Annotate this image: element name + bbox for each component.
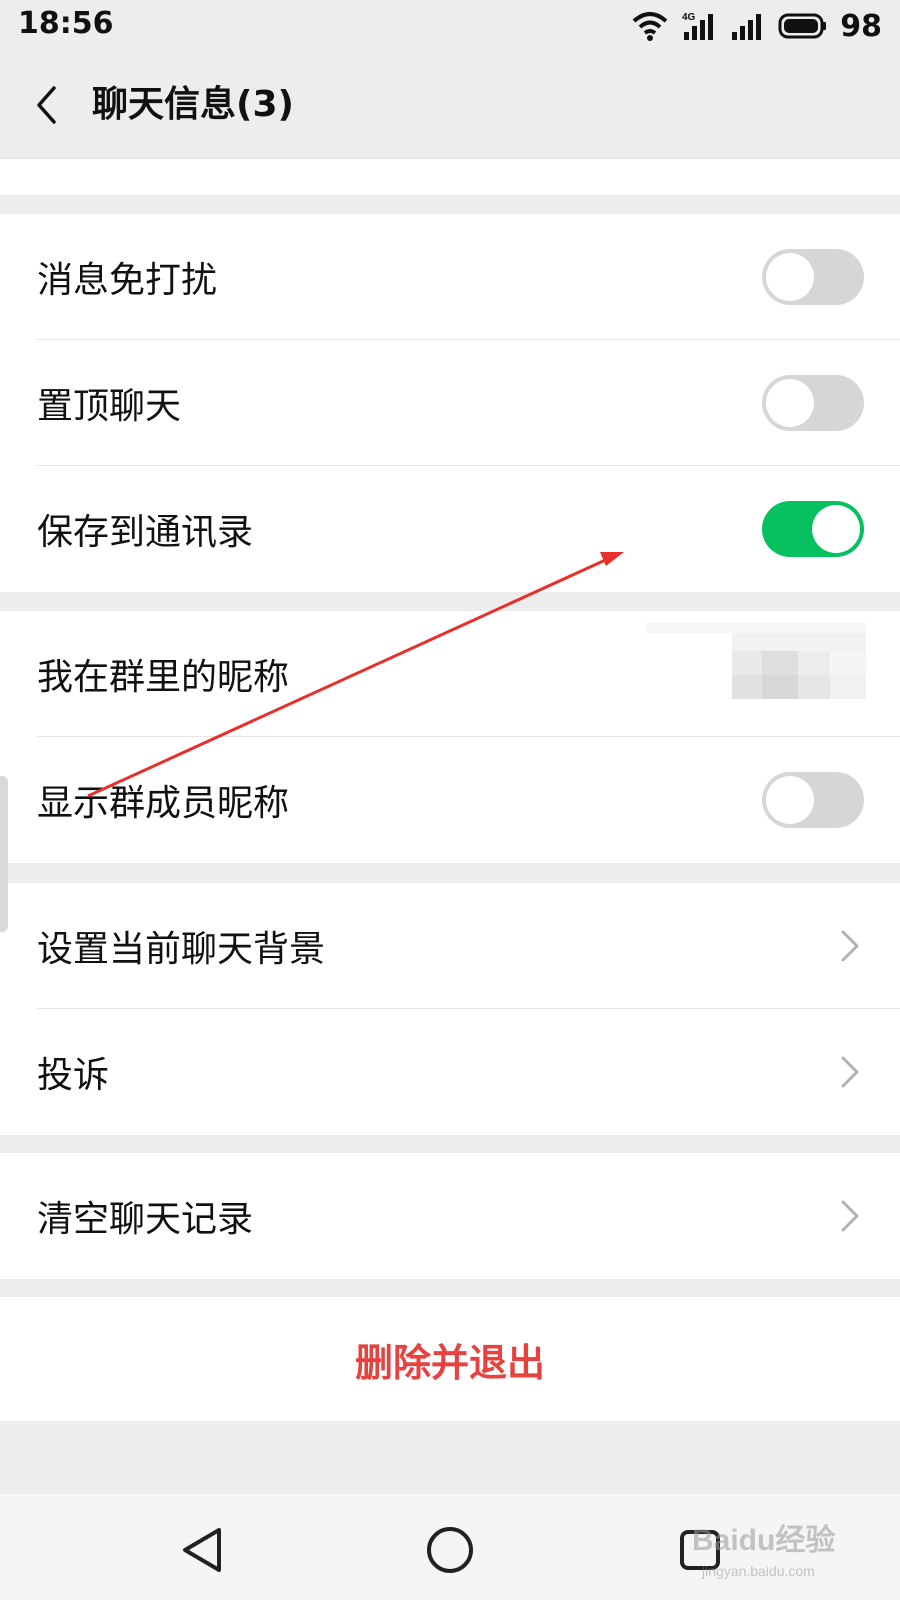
status-time: 18:56 xyxy=(18,6,114,41)
top-bar: 聊天信息(3) xyxy=(0,50,900,158)
chevron-right-icon xyxy=(841,1056,859,1088)
chat-background-label: 设置当前聊天背景 xyxy=(37,929,326,970)
report-row[interactable]: 投诉 xyxy=(0,1009,900,1135)
network-type: 4G xyxy=(682,12,696,23)
chevron-right-icon xyxy=(841,930,859,962)
settings-group-clear: 清空聊天记录 xyxy=(0,1153,900,1279)
page-title: 聊天信息(3) xyxy=(92,84,294,125)
mute-notifications-row[interactable]: 消息免打扰 xyxy=(0,214,900,340)
settings-group-links: 设置当前聊天背景 投诉 xyxy=(0,883,900,1135)
sticky-on-top-toggle[interactable] xyxy=(762,375,864,431)
delete-and-exit-label: 删除并退出 xyxy=(354,1340,545,1385)
back-button[interactable] xyxy=(26,80,66,130)
cell-signal-4g-icon: 4G xyxy=(682,12,714,40)
save-to-contacts-label: 保存到通讯录 xyxy=(37,512,254,553)
watermark-text: Baidu经验 xyxy=(692,1523,835,1557)
battery-icon xyxy=(778,13,827,39)
mute-notifications-toggle[interactable] xyxy=(762,249,864,305)
settings-group-nickname: 我在群里的昵称 显示群成员昵称 xyxy=(0,611,900,863)
save-to-contacts-toggle[interactable] xyxy=(762,501,864,557)
save-to-contacts-row[interactable]: 保存到通讯录 xyxy=(0,466,900,592)
edge-side-tab[interactable] xyxy=(0,776,8,932)
chevron-left-icon xyxy=(37,86,56,124)
baidu-jingyan-watermark: Baidu经验 jingyan.baidu.com xyxy=(692,1523,835,1579)
chevron-right-icon xyxy=(841,1200,859,1232)
chat-background-row[interactable]: 设置当前聊天背景 xyxy=(0,883,900,1009)
nav-home-button[interactable] xyxy=(422,1522,478,1578)
my-group-nickname-label: 我在群里的昵称 xyxy=(37,657,290,698)
report-label: 投诉 xyxy=(37,1055,110,1096)
sticky-on-top-label: 置顶聊天 xyxy=(37,386,182,427)
sticky-on-top-row[interactable]: 置顶聊天 xyxy=(0,340,900,466)
show-member-nicknames-row[interactable]: 显示群成员昵称 xyxy=(0,737,900,863)
nav-back-button[interactable] xyxy=(174,1522,230,1578)
clear-chat-history-row[interactable]: 清空聊天记录 xyxy=(0,1153,900,1279)
my-group-nickname-row[interactable]: 我在群里的昵称 xyxy=(0,611,900,737)
toggle-knob xyxy=(766,379,814,427)
wifi-icon xyxy=(632,12,668,41)
status-icons: 4G 98 xyxy=(632,6,882,46)
member-area-strip xyxy=(0,158,900,195)
watermark-url: jingyan.baidu.com xyxy=(701,1563,815,1579)
cell-signal-icon xyxy=(732,14,762,40)
toggle-knob xyxy=(766,776,814,824)
toggle-knob xyxy=(812,505,860,553)
clear-chat-history-label: 清空聊天记录 xyxy=(37,1199,254,1240)
status-bar: 18:56 4G 98 xyxy=(0,0,900,50)
nickname-value-blurred xyxy=(646,623,866,699)
show-member-nicknames-label: 显示群成员昵称 xyxy=(37,783,290,824)
triangle-back-icon xyxy=(183,1528,221,1572)
system-nav-bar: Baidu经验 jingyan.baidu.com xyxy=(0,1494,900,1600)
delete-and-exit-button[interactable]: 删除并退出 xyxy=(0,1297,900,1421)
mute-notifications-label: 消息免打扰 xyxy=(37,260,218,301)
settings-group-switches: 消息免打扰 置顶聊天 保存到通讯录 xyxy=(0,214,900,592)
show-member-nicknames-toggle[interactable] xyxy=(762,772,864,828)
circle-home-icon xyxy=(427,1527,473,1573)
toggle-knob xyxy=(766,253,814,301)
battery-level: 98 xyxy=(840,8,882,44)
